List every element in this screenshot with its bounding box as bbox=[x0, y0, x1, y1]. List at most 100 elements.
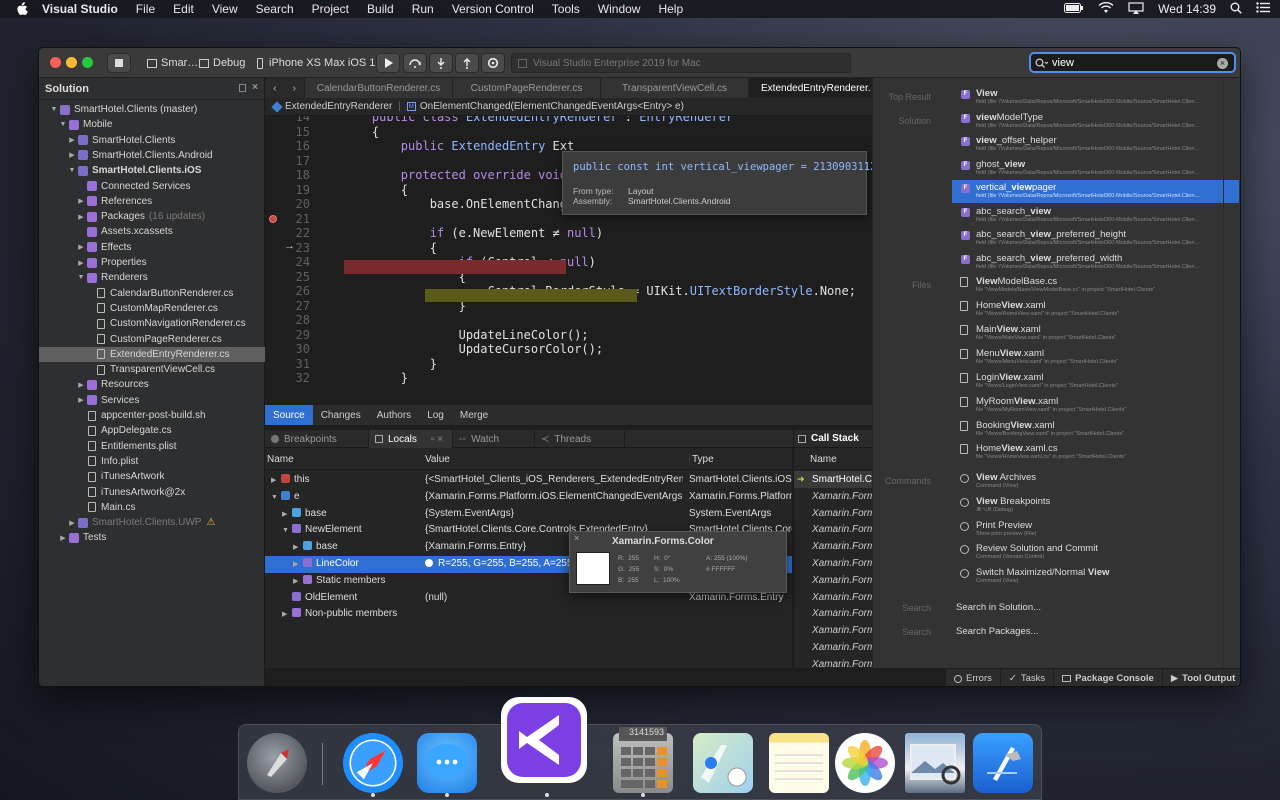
expand-arrow-icon[interactable]: ▶ bbox=[293, 543, 303, 551]
solution-tree-item[interactable]: Assets.xcassets bbox=[39, 224, 265, 239]
locals-row[interactable]: ▶ base {System.EventArgs} System.EventArgs bbox=[265, 506, 792, 523]
search-result-item[interactable]: Search Packages... bbox=[952, 621, 1239, 644]
tab-source[interactable]: Source bbox=[265, 405, 313, 425]
solution-tree-item[interactable]: Entitlements.plist bbox=[39, 439, 265, 454]
expand-arrow-icon[interactable]: ▶ bbox=[293, 577, 303, 585]
call-stack-row[interactable]: Xamarin.Forms bbox=[794, 505, 880, 522]
safari-icon[interactable] bbox=[343, 733, 403, 793]
apple-icon[interactable] bbox=[16, 2, 30, 16]
tab-log[interactable]: Log bbox=[419, 405, 452, 425]
search-result-item[interactable]: MenuView.xaml file "Views/MenuView.xaml" … bbox=[952, 346, 1239, 369]
pad-options-icon[interactable]: ▫ × bbox=[431, 434, 443, 445]
tab-locals[interactable]: Locals ▫ × bbox=[369, 430, 453, 448]
expand-arrow-icon[interactable]: ▼ bbox=[271, 494, 281, 501]
solution-tree-item[interactable]: ▶ Packages (16 updates) bbox=[39, 209, 265, 224]
call-stack-row[interactable]: ➜ SmartHotel.Cli bbox=[794, 471, 876, 488]
expand-arrow-icon[interactable]: ▶ bbox=[282, 610, 292, 618]
solution-tree-item[interactable]: Connected Services bbox=[39, 179, 265, 194]
expand-arrow-icon[interactable]: ▶ bbox=[76, 213, 86, 221]
notification-center-icon[interactable] bbox=[1256, 2, 1270, 16]
search-result-item[interactable]: LoginView.xaml file "Views/LoginView.xaml… bbox=[952, 370, 1239, 393]
menu-edit[interactable]: Edit bbox=[173, 2, 194, 16]
search-result-item[interactable]: Fabc_search_view field (file '/Volumes/Da… bbox=[952, 204, 1239, 227]
solution-tree-item[interactable]: ▶ Effects bbox=[39, 240, 265, 255]
expand-arrow-icon[interactable]: ▼ bbox=[282, 527, 292, 534]
battery-icon[interactable] bbox=[1064, 2, 1084, 16]
tab-transparent-view-cell[interactable]: TransparentViewCell.cs bbox=[601, 78, 749, 98]
results-scrollbar[interactable] bbox=[1223, 78, 1224, 668]
airplay-icon[interactable] bbox=[1128, 1, 1144, 17]
expand-arrow-icon[interactable]: ▼ bbox=[49, 106, 59, 113]
pad-close-icon[interactable]: × bbox=[252, 82, 258, 93]
expand-arrow-icon[interactable]: ▶ bbox=[58, 534, 68, 542]
call-stack-row[interactable]: Xamarin.Forms bbox=[794, 622, 880, 639]
search-result-item[interactable]: BookingView.xaml file "Views/BookingView.… bbox=[952, 418, 1239, 441]
tab-merge[interactable]: Merge bbox=[452, 405, 496, 425]
call-stack-row[interactable]: Xamarin.Forms bbox=[794, 589, 880, 606]
tab-extended-entry-renderer[interactable]: ExtendedEntryRenderer.cs bbox=[749, 78, 872, 98]
breakpoint-marker-icon[interactable] bbox=[269, 215, 277, 223]
call-stack-row[interactable]: Xamarin.Forms bbox=[794, 605, 880, 622]
tab-watch[interactable]: ◦◦ Watch bbox=[453, 430, 535, 448]
pad-options-icon[interactable] bbox=[239, 84, 246, 92]
locals-row[interactable]: ▶ this {<SmartHotel_Clients_iOS_Renderers_… bbox=[265, 472, 792, 489]
solution-tree-item[interactable]: appcenter-post-build.sh bbox=[39, 408, 265, 423]
call-stack-row[interactable]: Xamarin.Forms bbox=[794, 572, 880, 589]
tab-authors[interactable]: Authors bbox=[369, 405, 419, 425]
expand-arrow-icon[interactable]: ▶ bbox=[76, 396, 86, 404]
wifi-icon[interactable] bbox=[1098, 1, 1114, 17]
solution-tree-item[interactable]: ▼ Mobile bbox=[39, 117, 265, 132]
popup-close-icon[interactable]: × bbox=[574, 533, 579, 543]
messages-icon[interactable] bbox=[417, 733, 477, 793]
solution-tree-item[interactable]: CustomPageRenderer.cs bbox=[39, 332, 265, 347]
search-result-item[interactable]: Fvertical_viewpager field (file '/Volumes… bbox=[952, 180, 1239, 203]
expand-arrow-icon[interactable]: ▶ bbox=[76, 243, 86, 251]
zoom-window-button[interactable] bbox=[82, 57, 93, 68]
column-name-header[interactable]: Name bbox=[267, 454, 294, 465]
solution-tree-item[interactable]: ▶ Resources bbox=[39, 377, 265, 392]
visual-studio-icon[interactable] bbox=[501, 697, 587, 783]
solution-tree-item[interactable]: ▶ SmartHotel.Clients.UWP ⚠ bbox=[39, 515, 265, 530]
solution-tree-item[interactable]: ▼ SmartHotel.Clients.iOS bbox=[39, 163, 265, 178]
maps-icon[interactable] bbox=[693, 733, 753, 793]
search-result-item[interactable]: Fview_offset_helper field (file '/Volumes… bbox=[952, 133, 1239, 156]
minimize-window-button[interactable] bbox=[66, 57, 77, 68]
expand-arrow-icon[interactable]: ▼ bbox=[67, 167, 77, 174]
continue-button[interactable] bbox=[376, 53, 400, 73]
solution-tree-item[interactable]: CustomMapRenderer.cs bbox=[39, 301, 265, 316]
solution-tree-item[interactable]: Info.plist bbox=[39, 454, 265, 469]
menu-window[interactable]: Window bbox=[598, 2, 641, 16]
solution-tree-item[interactable]: ▼ SmartHotel.Clients (master) bbox=[39, 102, 265, 117]
menu-tools[interactable]: Tools bbox=[552, 2, 580, 16]
close-window-button[interactable] bbox=[50, 57, 61, 68]
tool-output-button[interactable]: ▶ Tool Output bbox=[1161, 668, 1240, 686]
search-result-item[interactable]: HomeView.xaml file "Views/HomeView.xaml" … bbox=[952, 298, 1239, 321]
solution-tree-item[interactable]: ▼ Renderers bbox=[39, 270, 265, 285]
solution-tree-item[interactable]: TransparentViewCell.cs bbox=[39, 362, 265, 377]
search-result-item[interactable]: Review Solution and Commit Command (Versi… bbox=[952, 541, 1239, 564]
call-stack-tab[interactable]: Call Stack bbox=[794, 430, 873, 448]
solution-tree-item[interactable]: iTunesArtwork bbox=[39, 469, 265, 484]
device-selector[interactable]: iPhone XS Max iOS 12.1 bbox=[257, 53, 391, 73]
tab-calendar-button-renderer[interactable]: CalendarButtonRenderer.cs bbox=[305, 78, 453, 98]
call-stack-row[interactable]: Xamarin.Forms bbox=[794, 639, 880, 656]
search-result-item[interactable]: Fabc_search_view_preferred_width field (f… bbox=[952, 251, 1239, 274]
search-result-item[interactable]: Search in Solution... bbox=[952, 597, 1239, 620]
expand-arrow-icon[interactable]: ▶ bbox=[76, 381, 86, 389]
solution-tree-item[interactable]: ▶ SmartHotel.Clients.Android bbox=[39, 148, 265, 163]
column-value-header[interactable]: Value bbox=[425, 454, 450, 465]
expand-arrow-icon[interactable]: ▶ bbox=[76, 197, 86, 205]
solution-tree-item[interactable]: ExtendedEntryRenderer.cs bbox=[39, 346, 265, 362]
locals-row[interactable]: ▶ Non-public members bbox=[265, 606, 792, 623]
tab-breakpoints[interactable]: Breakpoints bbox=[265, 430, 369, 448]
errors-button[interactable]: Errors bbox=[945, 668, 1000, 686]
launchpad-icon[interactable] bbox=[247, 733, 307, 793]
solution-tree-item[interactable]: Main.cs bbox=[39, 500, 265, 515]
locals-row[interactable]: ▼ e {Xamarin.Forms.Platform.iOS.ElementCha… bbox=[265, 489, 792, 506]
solution-tree-item[interactable]: CalendarButtonRenderer.cs bbox=[39, 286, 265, 301]
tab-threads[interactable]: ≺ Threads bbox=[535, 430, 625, 448]
search-result-item[interactable]: F View field (file '/Volumes/Data/Repos/Mi… bbox=[952, 86, 1239, 109]
expand-arrow-icon[interactable]: ▼ bbox=[58, 121, 68, 128]
menu-help[interactable]: Help bbox=[658, 2, 683, 16]
menu-file[interactable]: File bbox=[136, 2, 155, 16]
